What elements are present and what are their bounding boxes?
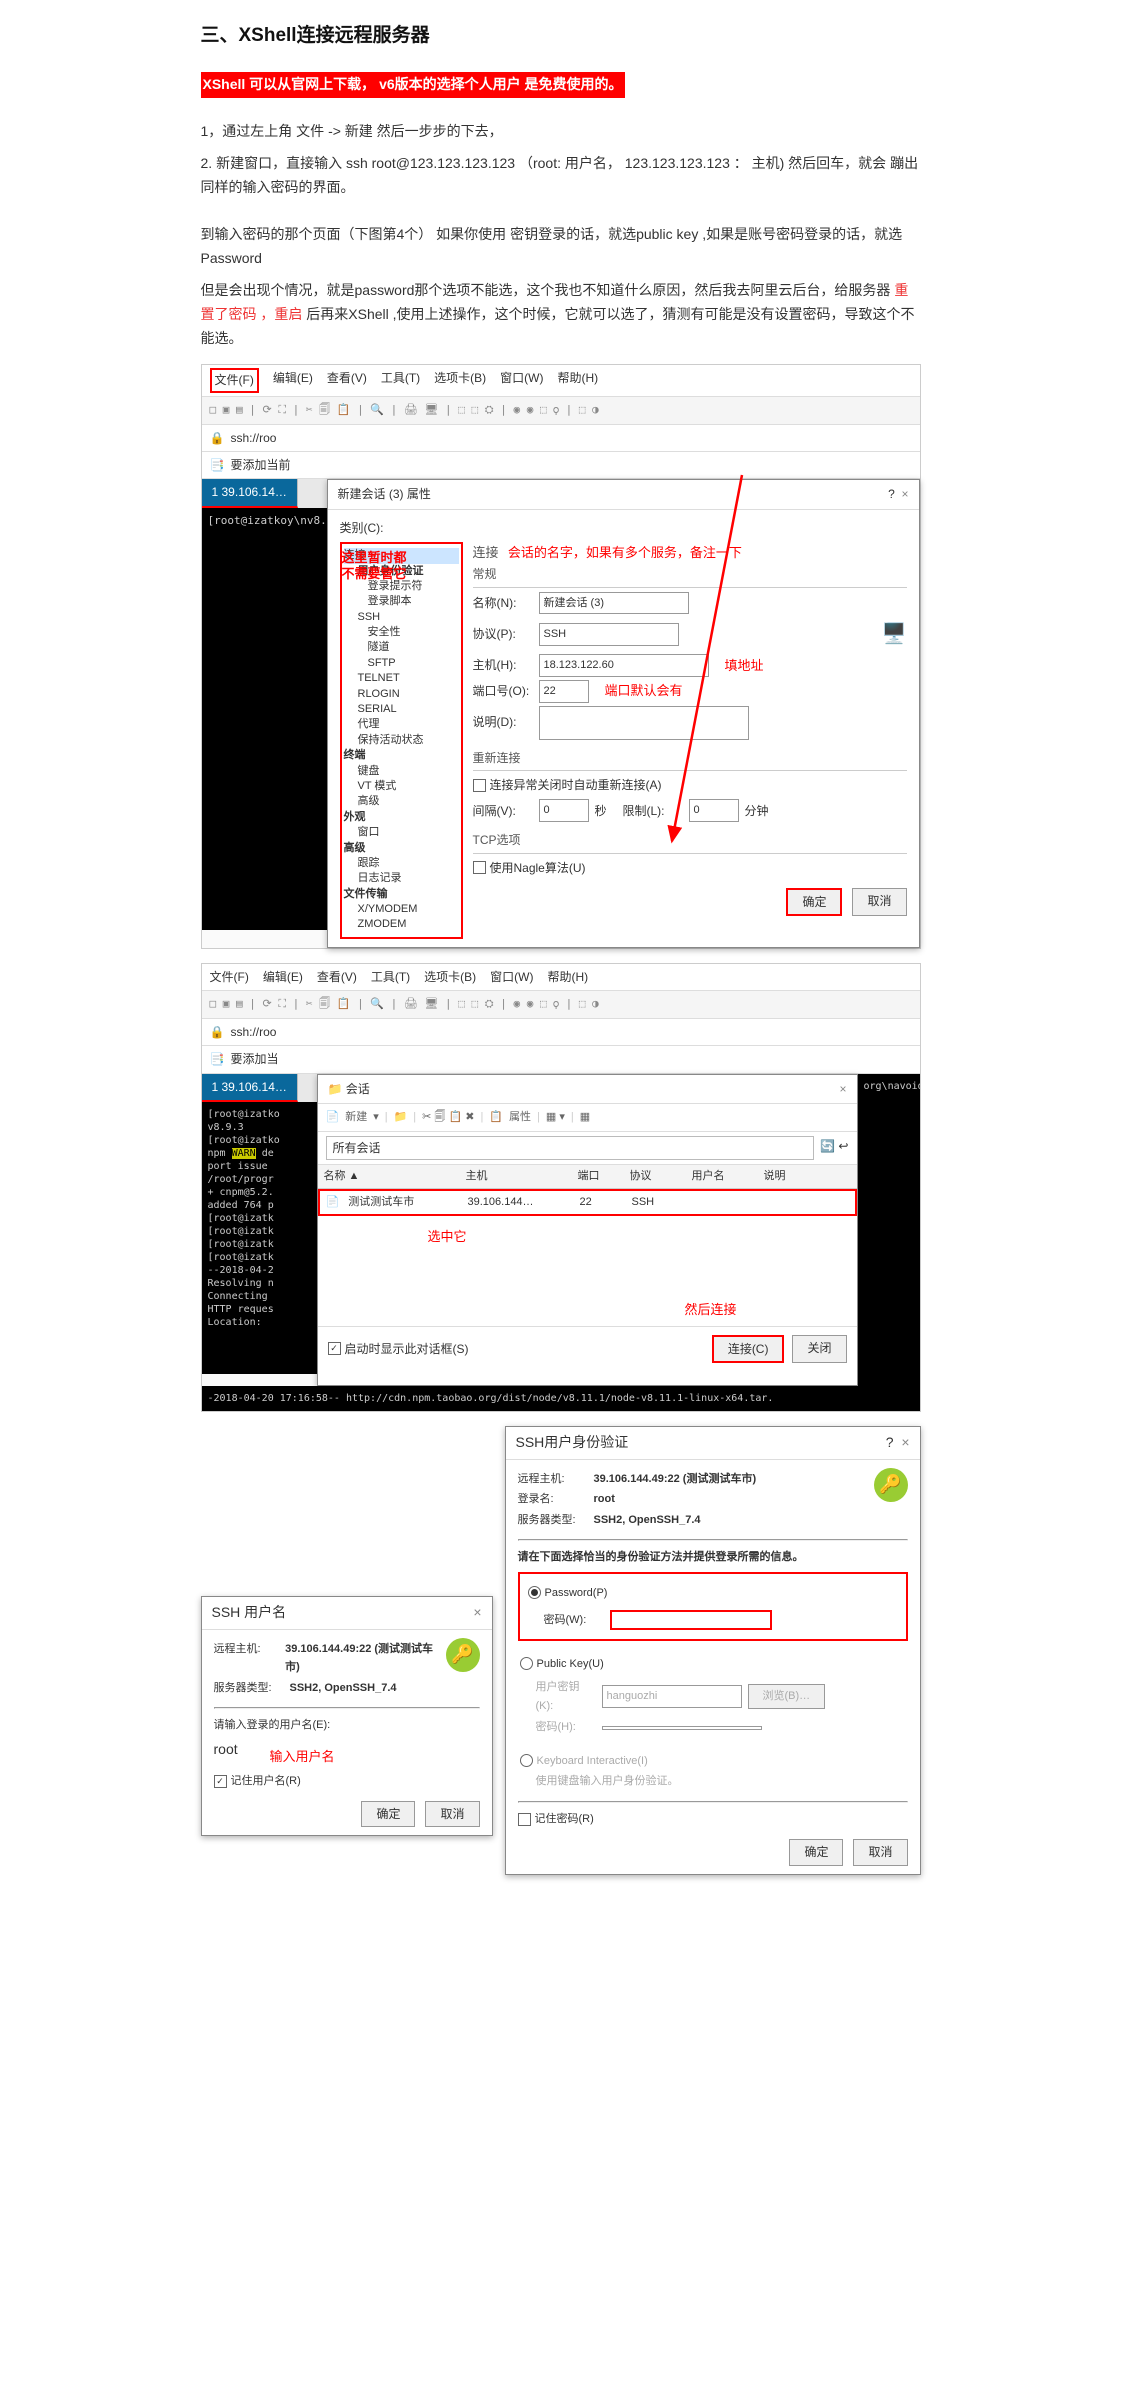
ssh-username-dialog: SSH 用户名 × 远程主机:39.106.144.49:22 (测试测试车市)… <box>201 1596 493 1837</box>
menu-tool[interactable]: 工具(T) <box>381 368 420 392</box>
remember-pw-checkbox[interactable] <box>518 1813 531 1826</box>
reconnect-checkbox[interactable] <box>473 779 486 792</box>
sessions-toolbar: 📄 新建 ▾ | 📁 | ✂ 🗐 📋 ✖ | 📋 属性 | ▦ ▾ | ▦ <box>318 1104 857 1132</box>
remember-user-checkbox[interactable]: ✓ <box>214 1775 227 1788</box>
close-icon[interactable]: × <box>839 1079 846 1099</box>
step-1: 1，通过左上角 文件 -> 新建 然后一步步的下去， <box>201 120 921 144</box>
terminal-bottom: -2018-04-20 17:16:58-- http://cdn.npm.ta… <box>202 1386 920 1411</box>
connect-button[interactable]: 连接(C) <box>712 1335 785 1363</box>
annotation-select: 选中它 <box>428 1226 467 1248</box>
step-2: 2. 新建窗口，直接输入 ssh root@123.123.123.123 （r… <box>201 152 921 200</box>
path-box[interactable]: 所有会话 <box>326 1136 815 1160</box>
publickey-radio[interactable] <box>520 1657 533 1670</box>
protocol-select[interactable]: SSH <box>539 623 679 646</box>
category-tree[interactable]: 连接 用户身份验证 登录提示符 登录脚本 SSH 安全性 隧道 SFTP TEL… <box>340 542 463 939</box>
ok-button[interactable]: 确定 <box>361 1801 415 1827</box>
nagle-checkbox[interactable] <box>473 861 486 874</box>
section-heading: 三、XShell连接远程服务器 <box>201 20 921 52</box>
username-input[interactable]: root <box>214 1738 480 1762</box>
session-name-input[interactable]: 新建会话 (3) <box>539 592 689 615</box>
sessions-dialog: 📁 会话 × 📄 新建 ▾ | 📁 | ✂ 🗐 📋 ✖ | 📋 属性 | ▦ ▾… <box>317 1074 858 1386</box>
desc-input[interactable] <box>539 706 749 740</box>
key-user-icon: 🔑 <box>446 1638 480 1672</box>
terminal-left: [root@izatkoy\nv8.9.3\n[root@izatkoy\nnp… <box>202 508 327 930</box>
annotation-conn: 连接 <box>473 545 499 560</box>
key-user-icon: 🔑 <box>874 1468 908 1502</box>
cancel-button[interactable]: 取消 <box>425 1801 479 1827</box>
host-input[interactable]: 18.123.122.60 <box>539 654 709 677</box>
menu-window[interactable]: 窗口(W) <box>500 368 543 392</box>
intro-highlight: XShell 可以从官网上下载， v6版本的选择个人用户 是免费使用的。 <box>201 72 625 98</box>
show-startup-checkbox[interactable]: ✓ <box>328 1342 341 1355</box>
close-icon[interactable]: × <box>473 1601 481 1625</box>
browse-button[interactable]: 浏览(B)… <box>748 1684 826 1709</box>
menu-edit[interactable]: 编辑(E) <box>273 368 313 392</box>
list-header: 名称 ▲ 主机 端口 协议 用户名 说明 <box>318 1165 857 1189</box>
user-key-select[interactable]: hanguozhi <box>602 1685 742 1708</box>
password-option-box: Password(P) 密码(W): <box>518 1572 908 1641</box>
lock-icon: 🔒 <box>210 428 225 448</box>
category-label: 类别(C): <box>340 518 907 538</box>
session-row[interactable]: 📄 测试测试车市 39.106.144… 22 SSH <box>318 1189 857 1216</box>
close-icon[interactable]: × <box>901 1434 909 1450</box>
terminal-2: [root@izatkov8.9.3[root@izatkonpm WARN d… <box>202 1102 317 1374</box>
annotation-connect: 然后连接 <box>684 1299 736 1321</box>
session-tab-1[interactable]: 1 39.106.14… <box>202 479 298 507</box>
refresh-icon[interactable]: 🔄 ↩ <box>820 1136 848 1160</box>
password-radio[interactable] <box>528 1586 541 1599</box>
ok-button[interactable]: 确定 <box>789 1839 843 1865</box>
session-tabs: 1 39.106.14… <box>202 479 327 507</box>
password-input[interactable] <box>610 1610 772 1630</box>
annotation-name: 会话的名字，如果有多个服务，备注一下 <box>508 545 742 560</box>
menu-bar: 文件(F) 编辑(E) 查看(V) 工具(T) 选项卡(B) 窗口(W) 帮助(… <box>202 365 920 396</box>
cancel-button[interactable]: 取消 <box>852 888 906 916</box>
ok-button[interactable]: 确定 <box>786 888 842 916</box>
quick-bar: 📑 要添加当前 <box>202 452 920 479</box>
screenshot-1: 文件(F) 编辑(E) 查看(V) 工具(T) 选项卡(B) 窗口(W) 帮助(… <box>201 364 921 948</box>
annotation-tree: 这里暂时都不需要管它 <box>342 550 412 581</box>
address-path[interactable]: ssh://roo <box>230 428 276 448</box>
passphrase-input[interactable] <box>602 1726 762 1730</box>
menu-view[interactable]: 查看(V) <box>327 368 367 392</box>
close-button[interactable]: 关闭 <box>792 1335 846 1363</box>
terminal-right: org\navoid\n\ne_modu\n\n\n.1-li\n.tar. <box>858 1074 920 1386</box>
dialog-title: 新建会话 (3) 属性 <box>338 484 431 504</box>
address-bar: 🔒 ssh://roo <box>202 425 920 452</box>
cancel-button[interactable]: 取消 <box>853 1839 907 1865</box>
menu-tab[interactable]: 选项卡(B) <box>434 368 486 392</box>
ssh-auth-dialog: SSH用户身份验证 ? × 远程主机:39.106.144.49:22 (测试测… <box>505 1426 921 1875</box>
menu-file[interactable]: 文件(F) <box>210 368 259 392</box>
menu-help[interactable]: 帮助(H) <box>557 368 598 392</box>
paragraph-reset: 但是会出现个情况，就是password那个选项不能选，这个我也不知道什么原因，然… <box>201 279 921 350</box>
new-session-dialog: 新建会话 (3) 属性 ? × 类别(C): 连接 用户身份验证 登录提示符 登… <box>327 479 920 948</box>
close-icon[interactable]: × <box>901 487 908 501</box>
screenshot-2: 文件(F)编辑(E)查看(V)工具(T)选项卡(B)窗口(W)帮助(H) □ ▣… <box>201 963 921 1412</box>
dialog-help-icon[interactable]: ? <box>886 1434 894 1450</box>
paragraph-pw: 到输入密码的那个页面（下图第4个） 如果你使用 密钥登录的话，就选public … <box>201 223 921 271</box>
port-input[interactable]: 22 <box>539 680 589 703</box>
keyboard-radio[interactable] <box>520 1754 533 1767</box>
toolbar-icons: □ ▣ ▤ | ⟳ ⛶ | ✂ 🗐 📋 | 🔍 | 🖨 🖥 | ⬚ ⬚ ⛭ | … <box>202 397 920 425</box>
session-tab[interactable]: 1 39.106.14… <box>202 1074 298 1102</box>
dialog-help-icon[interactable]: ? <box>888 487 895 501</box>
